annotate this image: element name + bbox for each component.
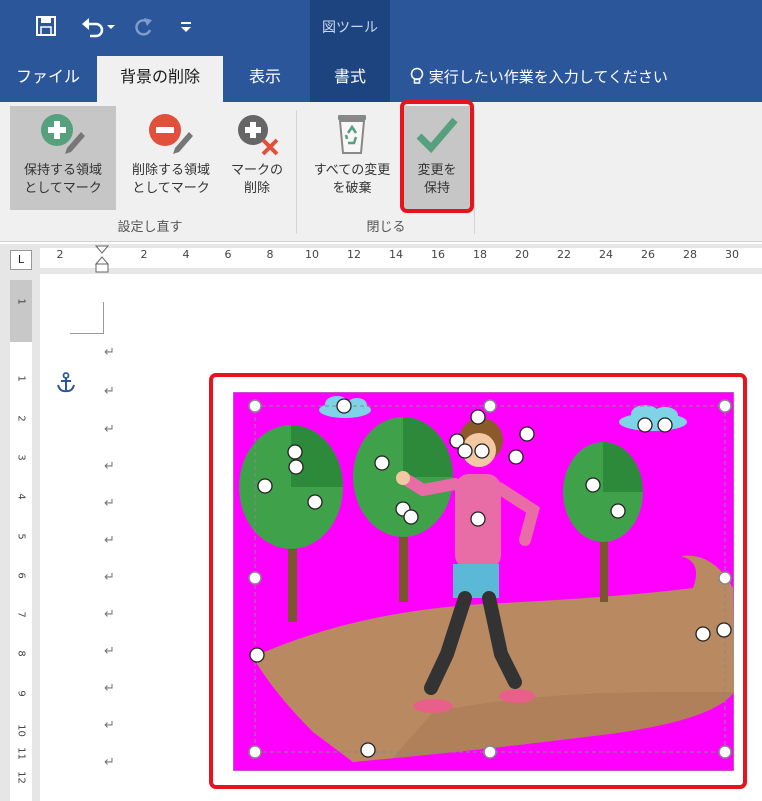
ruler-tick-label: 20: [515, 248, 529, 261]
remove-label-2: としてマーク: [132, 181, 210, 196]
paragraph-mark: ↵: [104, 533, 115, 548]
ruler-tick-label: 16: [431, 248, 445, 261]
save-icon[interactable]: [34, 14, 58, 47]
ruler-tick-label: 11: [15, 747, 27, 760]
picture-tools-context-label: 図ツール: [310, 0, 390, 56]
ruler-tick-label: 4: [15, 493, 27, 500]
ruler-tick-label: 12: [15, 771, 27, 784]
ruler-tick-label: 26: [641, 248, 655, 261]
delete-mark-label-1: マークの: [230, 163, 283, 178]
delete-mark-button[interactable]: マークの 削除: [226, 106, 288, 210]
ruler-tick-label: 6: [224, 248, 232, 261]
discard-label-2: を破棄: [332, 181, 372, 196]
tab-selector[interactable]: L: [10, 250, 32, 270]
ruler-tick-label: 1: [15, 375, 27, 382]
paragraph-mark: ↵: [104, 607, 115, 622]
margin-corner-mark: [70, 302, 104, 334]
paragraph-mark: ↵: [104, 496, 115, 511]
ruler-tick-label: 18: [473, 248, 487, 261]
ruler-tick-label: 8: [15, 650, 27, 657]
ribbon: 保持する領域 としてマーク 削除する領域 としてマーク マークの 削除 設定し直…: [0, 102, 762, 242]
tab-view[interactable]: 表示: [232, 56, 298, 102]
paragraph-mark: ↵: [104, 570, 115, 585]
ruler-tick-label: 2: [56, 248, 64, 261]
ruler-tick-label: 30: [725, 248, 739, 261]
ruler-tick-label: 7: [15, 611, 27, 618]
ribbon-tabs: ファイル 背景の削除 表示 書式 実行したい作業を入力してください: [0, 56, 762, 102]
indent-marker[interactable]: [94, 244, 110, 278]
ruler-tick-label: 22: [557, 248, 571, 261]
paragraph-mark: ↵: [104, 644, 115, 659]
ruler-tick-label: 8: [266, 248, 274, 261]
tab-format[interactable]: 書式: [310, 56, 390, 102]
tab-background-removal[interactable]: 背景の削除: [97, 56, 223, 102]
redo-icon[interactable]: [132, 14, 154, 47]
keep-changes-highlight: [400, 100, 474, 213]
add-mark-icon: [10, 106, 116, 162]
paragraph-mark: ↵: [104, 459, 115, 474]
keep-label-2: としてマーク: [24, 181, 102, 196]
ruler-tick-label: 2: [15, 415, 27, 422]
ruler-tick-label: 9: [15, 690, 27, 697]
ruler-tick-label: 14: [389, 248, 403, 261]
ruler-tick-label: 10: [15, 724, 27, 737]
tell-me-text: 実行したい作業を入力してください: [428, 68, 668, 86]
group-separator: [474, 110, 475, 234]
ruler-tick-label: 2: [140, 248, 148, 261]
remove-mark-icon: [118, 106, 224, 162]
recycle-bin-icon: [302, 106, 402, 162]
delete-mark-label-2: 削除: [243, 181, 270, 196]
lightbulb-icon: [410, 67, 429, 86]
paragraph-mark: ↵: [104, 345, 115, 360]
tab-file[interactable]: ファイル: [8, 56, 88, 102]
ruler-tick-label: 12: [347, 248, 361, 261]
discard-label-1: すべての変更: [313, 163, 391, 178]
anchor-icon[interactable]: [56, 372, 76, 399]
picture[interactable]: [232, 391, 735, 772]
ruler-tick-label: 6: [15, 572, 27, 579]
group-separator: [296, 110, 297, 234]
ruler-tick-label: 3: [15, 454, 27, 461]
mark-areas-to-remove-button[interactable]: 削除する領域 としてマーク: [118, 106, 224, 210]
mark-areas-to-keep-button[interactable]: 保持する領域 としてマーク: [10, 106, 116, 210]
delete-mark-icon: [226, 106, 288, 162]
paragraph-mark: ↵: [104, 718, 115, 733]
ruler-tick-label: 28: [683, 248, 697, 261]
undo-icon[interactable]: [80, 14, 116, 47]
keep-label-1: 保持する領域: [23, 163, 102, 178]
ruler-tick-label: 4: [182, 248, 190, 261]
remove-label-1: 削除する領域: [131, 163, 210, 178]
paragraph-mark: ↵: [104, 755, 115, 770]
paragraph-mark: ↵: [104, 422, 115, 437]
ruler-tick-label: 1: [15, 298, 27, 305]
close-group-label: 閉じる: [366, 220, 406, 235]
title-bar: 図ツール: [0, 0, 762, 56]
paragraph-mark: ↵: [104, 384, 115, 399]
refine-group-label: 設定し直す: [117, 220, 183, 235]
tell-me-box[interactable]: 実行したい作業を入力してください: [410, 56, 668, 102]
discard-all-changes-button[interactable]: すべての変更 を破棄: [302, 106, 402, 210]
ruler-tick-label: 24: [599, 248, 613, 261]
paragraph-mark: ↵: [104, 681, 115, 696]
ruler-tick-label: 5: [15, 533, 27, 540]
customize-quick-access-icon[interactable]: [180, 14, 192, 47]
ruler-tick-label: 10: [305, 248, 319, 261]
